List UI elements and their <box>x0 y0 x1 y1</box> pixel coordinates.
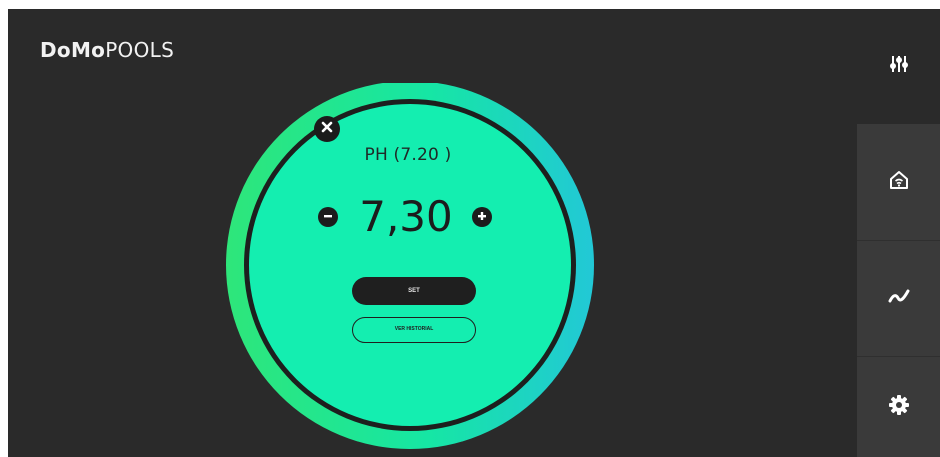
sidebar-item-stats[interactable] <box>857 241 940 357</box>
trend-icon <box>888 285 910 312</box>
sidebar-item-settings[interactable] <box>857 357 940 457</box>
set-button[interactable]: SET <box>352 277 476 305</box>
minus-icon <box>323 208 333 226</box>
app-logo: DoMoPOOLS <box>40 38 174 62</box>
ph-dial <box>226 83 594 449</box>
sidebar-item-filters[interactable] <box>857 9 940 124</box>
sliders-icon <box>888 53 910 80</box>
sidebar-item-home[interactable] <box>857 124 940 241</box>
gear-icon <box>888 394 910 421</box>
close-button[interactable] <box>314 116 340 142</box>
app-window: DoMoPOOLS PH (7.20) 7,30 SET VER HISTOR… <box>8 9 940 457</box>
history-button[interactable]: VER HISTORIAL <box>352 317 476 343</box>
logo-bold-text: DoMo <box>40 38 106 62</box>
logo-regular-text: POOLS <box>105 38 175 62</box>
home-icon <box>888 169 910 196</box>
ph-value: 7,30 <box>359 192 453 241</box>
value-stepper: 7,30 <box>308 192 508 246</box>
sidebar <box>857 9 940 457</box>
decrease-button[interactable] <box>318 207 338 227</box>
increase-button[interactable] <box>472 207 492 227</box>
plus-icon <box>477 208 487 226</box>
ph-label: PH (7.20 ) <box>364 145 452 165</box>
close-icon <box>321 120 333 138</box>
